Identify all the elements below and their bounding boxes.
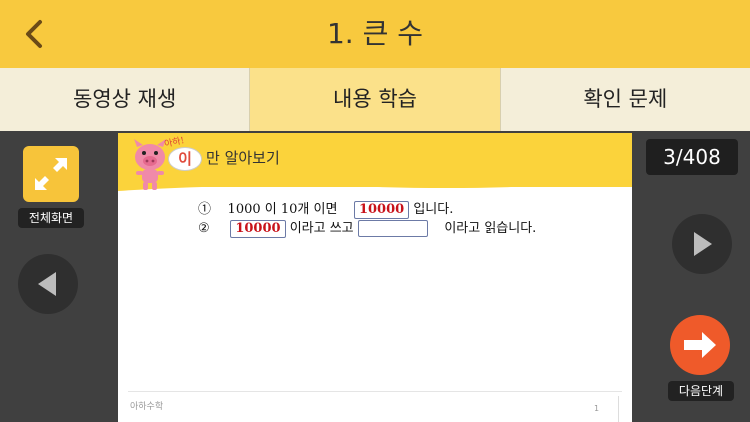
footer-logo: 아하수학 [130,402,164,412]
prev-button[interactable] [18,254,78,314]
play-left-icon [38,272,56,296]
fullscreen-button[interactable] [23,146,79,202]
next-step-label: 다음단계 [668,381,734,401]
next-button[interactable] [672,214,732,274]
footer-page-number: 1 [594,404,600,413]
tab-bar: 동영상 재생 내용 학습 확인 문제 [0,68,750,131]
problem-text: 이라고 읽습니다. [444,221,537,236]
arrow-right-icon [684,332,716,358]
page-counter: 3/408 [646,139,738,175]
answer-box: 10000 [230,219,286,238]
speech-bubble: 이 [168,147,202,171]
top-bar: 1. 큰 수 [0,0,750,68]
tab-quiz[interactable]: 확인 문제 [500,68,750,131]
lesson-title: 만 알아보기 [206,149,280,167]
fullscreen-label: 전체화면 [18,208,84,228]
problem-row-2: ② 10000 이라고 쓰고 이라고 읽습니다. [198,217,536,238]
problem-number: ② [198,221,210,236]
page-title: 1. 큰 수 [326,17,424,50]
problem-row-1: ① 1000 이 10개 이면 10000 입니다. [198,198,453,219]
lesson-page: 아하! 이 만 알아보기 ① 1000 이 10개 이면 10000 입니다. … [118,133,632,422]
next-step-button[interactable] [670,315,730,375]
answer-blank[interactable] [357,220,428,237]
tab-content[interactable]: 내용 학습 [250,68,501,131]
problem-text: 입니다. [413,202,454,217]
chevron-left-icon[interactable] [18,18,50,50]
play-right-icon [694,232,712,256]
answer-box: 10000 [353,200,410,219]
problem-number: ① [198,202,212,217]
header-wave [118,173,632,191]
tab-video[interactable]: 동영상 재생 [0,68,251,131]
problem-text: 이라고 쓰고 [289,221,354,236]
expand-arrows-icon [35,158,67,190]
footer-divider [128,391,622,392]
footer-divider-vertical [618,396,619,422]
problem-text: 1000 이 10개 이면 [227,202,338,217]
